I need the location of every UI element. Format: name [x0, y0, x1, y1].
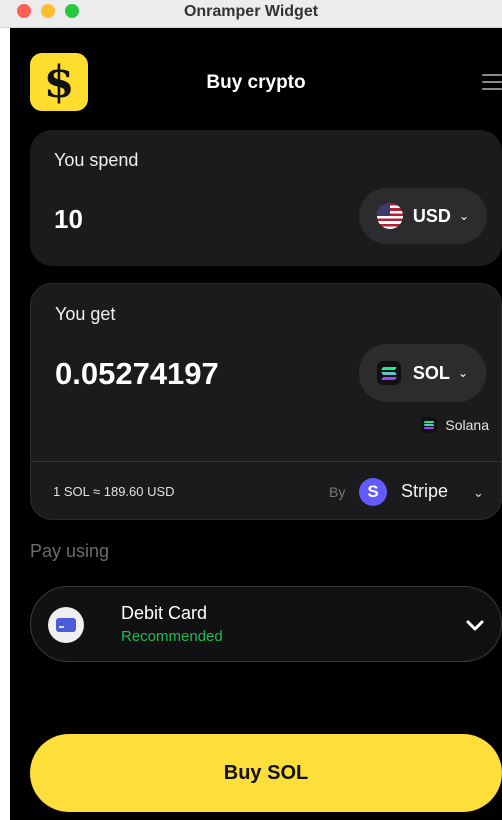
- crypto-selector[interactable]: SOL ⌄: [358, 344, 486, 402]
- network-label: Solana: [445, 417, 489, 433]
- spend-label: You spend: [54, 150, 139, 170]
- stripe-icon[interactable]: S: [359, 478, 387, 506]
- payment-method-name: Debit Card: [121, 603, 208, 623]
- window-titlebar: Onramper Widget: [0, 0, 502, 28]
- us-flag-icon: [376, 203, 403, 229]
- spend-card: You spend 10 USD ⌄: [30, 130, 502, 266]
- solana-icon: [421, 417, 438, 433]
- debit-card-icon: [48, 607, 84, 643]
- chevron-down-icon: ⌄: [458, 209, 469, 223]
- menu-icon[interactable]: [482, 74, 502, 92]
- pay-using-label: Pay using: [30, 541, 110, 561]
- spend-amount-input[interactable]: 10: [54, 204, 83, 235]
- chevron-down-icon[interactable]: [463, 613, 487, 637]
- get-card: You get 0.05274197 SOL ⌄ Solana 1 SOL ≈ …: [30, 283, 502, 520]
- buy-sol-button[interactable]: Buy SOL: [30, 734, 502, 812]
- currency-label: USD: [412, 205, 451, 226]
- chevron-down-icon: ⌄: [457, 366, 468, 380]
- get-amount: 0.05274197: [55, 356, 219, 391]
- provider-by-label: By: [329, 484, 346, 500]
- provider-selector[interactable]: Stripe: [401, 481, 448, 502]
- crypto-label: SOL: [412, 362, 450, 383]
- onramper-widget: $ Buy crypto You spend 10 USD ⌄ You get …: [10, 28, 502, 820]
- window-title: Onramper Widget: [183, 3, 319, 20]
- exchange-rate: 1 SOL ≈ 189.60 USD: [53, 484, 175, 499]
- solana-icon: [376, 361, 401, 385]
- divider: [31, 461, 501, 462]
- currency-selector[interactable]: USD ⌄: [358, 188, 487, 244]
- network-badge: Solana: [421, 417, 489, 433]
- get-label: You get: [55, 304, 116, 324]
- chevron-down-icon[interactable]: ⌄: [473, 485, 484, 501]
- recommended-badge: Recommended: [121, 628, 223, 645]
- page-title: Buy crypto: [206, 72, 306, 93]
- payment-method-selector[interactable]: Debit Card Recommended: [30, 586, 502, 662]
